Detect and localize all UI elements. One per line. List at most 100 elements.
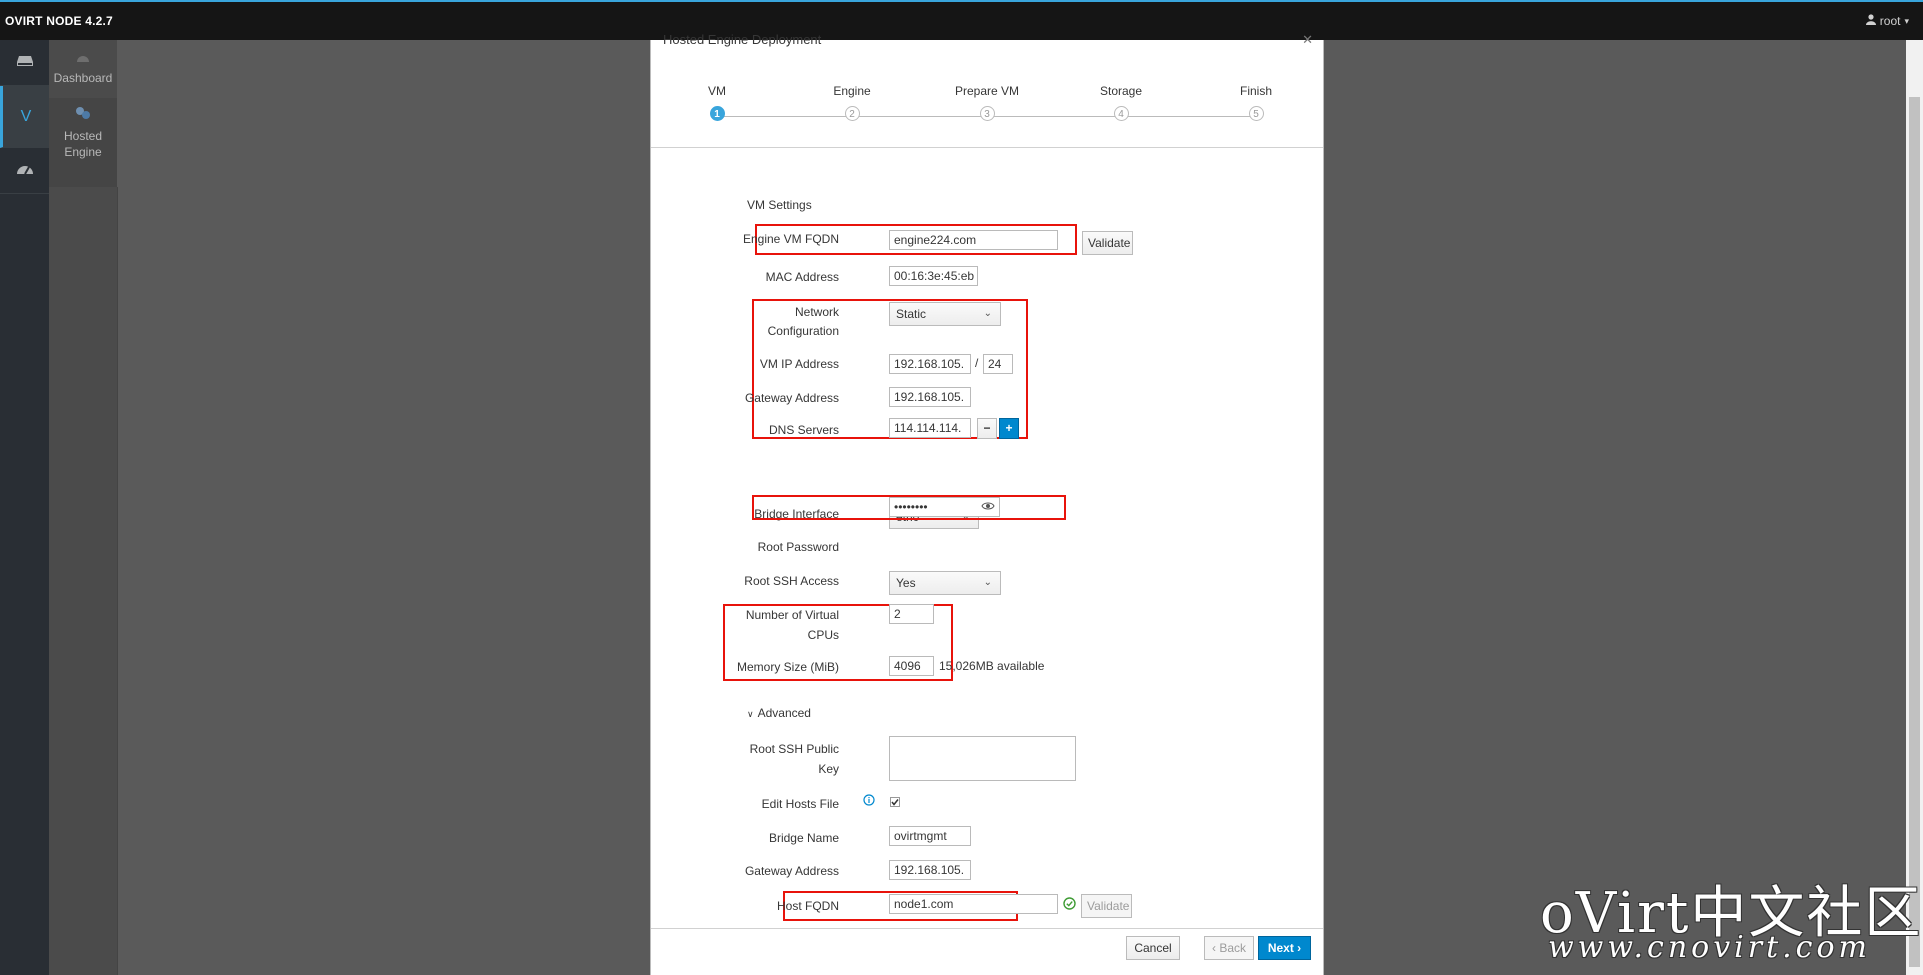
dns-add-button[interactable]: + [999,418,1019,439]
top-navbar: OVIRT NODE 4.2.7 root ▾ [0,0,1923,40]
subnav-hosted-label-2: Engine [64,145,102,159]
bridge-name-label: Bridge Name [768,831,839,845]
watermark-url: www.cnovirt.com [1548,930,1871,965]
mac-address-label: MAC Address [765,270,839,284]
modal-footer-divider [651,928,1323,929]
chevron-down-icon: ▾ [1904,15,1909,26]
gateway-input[interactable]: 192.168.105. [889,387,971,407]
step-number: 5 [1248,106,1264,121]
step-number: 1 [709,106,725,121]
subnav-hosted-engine[interactable]: Hosted Engine [49,98,117,187]
engine-fqdn-input[interactable]: engine224.com [889,230,1058,250]
vm-ip-label: VM IP Address [759,357,839,371]
secondary-nav: Dashboard Hosted Engine [49,40,117,187]
section-vm-settings: VM Settings [747,198,812,212]
vcpu-input[interactable]: 2 [889,604,934,624]
user-menu[interactable]: root ▾ [1865,14,1909,28]
subnav-dashboard-label: Dashboard [53,71,113,85]
chevron-right-icon: › [1293,941,1302,955]
eye-icon[interactable] [981,499,995,516]
host-fqdn-input[interactable]: node1.com [889,894,1058,914]
advanced-toggle[interactable]: ∨ Advanced [747,706,811,720]
nav-virtualization-letter: V [20,107,32,125]
user-name: root [1879,14,1901,28]
gateway-label: Gateway Address [744,391,839,405]
vm-ip-separator: / [975,356,979,370]
edit-hosts-label: Edit Hosts File [761,797,839,811]
back-label: Back [1219,941,1247,955]
app-title: OVIRT NODE 4.2.7 [5,14,113,28]
root-password-value: •••••••• [894,500,928,514]
wizard-step-finish[interactable]: Finish 5 [1196,84,1316,121]
ssh-key-textarea[interactable] [889,736,1076,781]
info-icon[interactable] [863,794,875,809]
wizard-step-vm[interactable]: VM 1 [657,84,777,121]
minus-icon: − [983,421,991,435]
vertical-nav: V [0,40,49,975]
dashboard-gauge-icon [16,162,34,179]
next-label: Next [1267,941,1294,955]
network-config-label-1: Network [794,305,839,319]
back-button[interactable]: ‹ Back [1204,936,1254,960]
step-label: Finish [1239,84,1272,98]
wizard-steps: VM 1 Engine 2 Prepare VM 3 Storage 4 Fin… [651,40,1323,148]
dns-remove-button[interactable]: − [977,418,997,439]
network-config-label-2: Configuration [767,324,839,338]
scrollbar-thumb[interactable] [1909,97,1920,967]
wizard-step-prepare-vm[interactable]: Prepare VM 3 [927,84,1047,121]
step-label: VM [708,84,726,98]
gateway2-input[interactable]: 192.168.105. [889,860,971,880]
memory-input[interactable]: 4096 [889,656,934,676]
edit-hosts-checkbox[interactable] [890,796,900,810]
dashboard-small-icon [76,50,90,70]
dns-servers-input[interactable]: 114.114.114. [889,418,971,438]
host-fqdn-validate-button[interactable]: Validate [1081,894,1132,918]
advanced-label: Advanced [757,706,811,720]
vm-ip-prefix-input[interactable]: 24 [983,354,1013,374]
cancel-button[interactable]: Cancel [1126,936,1180,960]
memory-available-note: 15,026MB available [939,659,1045,673]
engine-fqdn-validate-button[interactable]: Validate [1082,231,1133,255]
vm-ip-input[interactable]: 192.168.105. [889,354,971,374]
step-number: 4 [1113,106,1129,121]
root-ssh-value: Yes [896,576,916,590]
hdd-icon [16,54,34,71]
memory-label: Memory Size (MiB) [736,660,839,674]
vcpu-label-2: CPUs [807,628,839,642]
nav-dashboard[interactable] [0,40,49,86]
wizard-step-engine[interactable]: Engine 2 [792,84,912,121]
plus-icon: + [1005,421,1013,435]
engine-fqdn-label: Engine VM FQDN [742,232,839,246]
host-fqdn-label: Host FQDN [776,899,839,913]
nav-virtualization[interactable]: V [0,86,49,148]
mac-address-input[interactable]: 00:16:3e:45:eb [889,266,978,286]
step-number: 2 [844,106,860,121]
gateway2-label: Gateway Address [744,864,839,878]
ssh-key-label-2: Key [818,762,839,776]
step-label: Engine [833,84,871,98]
secondary-nav-fill [49,187,118,975]
chevron-down-icon: ⌄ [983,577,992,588]
nav-metrics[interactable] [0,148,49,194]
step-label: Storage [1099,84,1143,98]
step-label: Prepare VM [954,84,1020,98]
check-circle-icon [1063,897,1076,913]
vcpu-label-1: Number of Virtual [745,608,839,622]
hosted-engine-icon [74,106,92,126]
subnav-dashboard[interactable]: Dashboard [49,50,117,86]
chevron-down-icon: ∨ [747,709,754,719]
root-ssh-label: Root SSH Access [744,574,839,588]
network-config-select[interactable]: Static ⌄ [889,302,1001,326]
root-ssh-select[interactable]: Yes ⌄ [889,571,1001,595]
dns-servers-label: DNS Servers [768,423,839,437]
wizard-step-storage[interactable]: Storage 4 [1061,84,1181,121]
bridge-name-input[interactable]: ovirtmgmt [889,826,971,846]
ssh-key-label-1: Root SSH Public [749,742,839,756]
chevron-down-icon: ⌄ [983,308,992,319]
page-scrollbar[interactable] [1906,40,1923,975]
root-password-input[interactable]: •••••••• [889,497,1000,517]
root-password-label: Root Password [757,540,839,554]
user-icon [1865,14,1876,28]
step-number: 3 [979,106,995,121]
next-button[interactable]: Next › [1258,936,1311,960]
